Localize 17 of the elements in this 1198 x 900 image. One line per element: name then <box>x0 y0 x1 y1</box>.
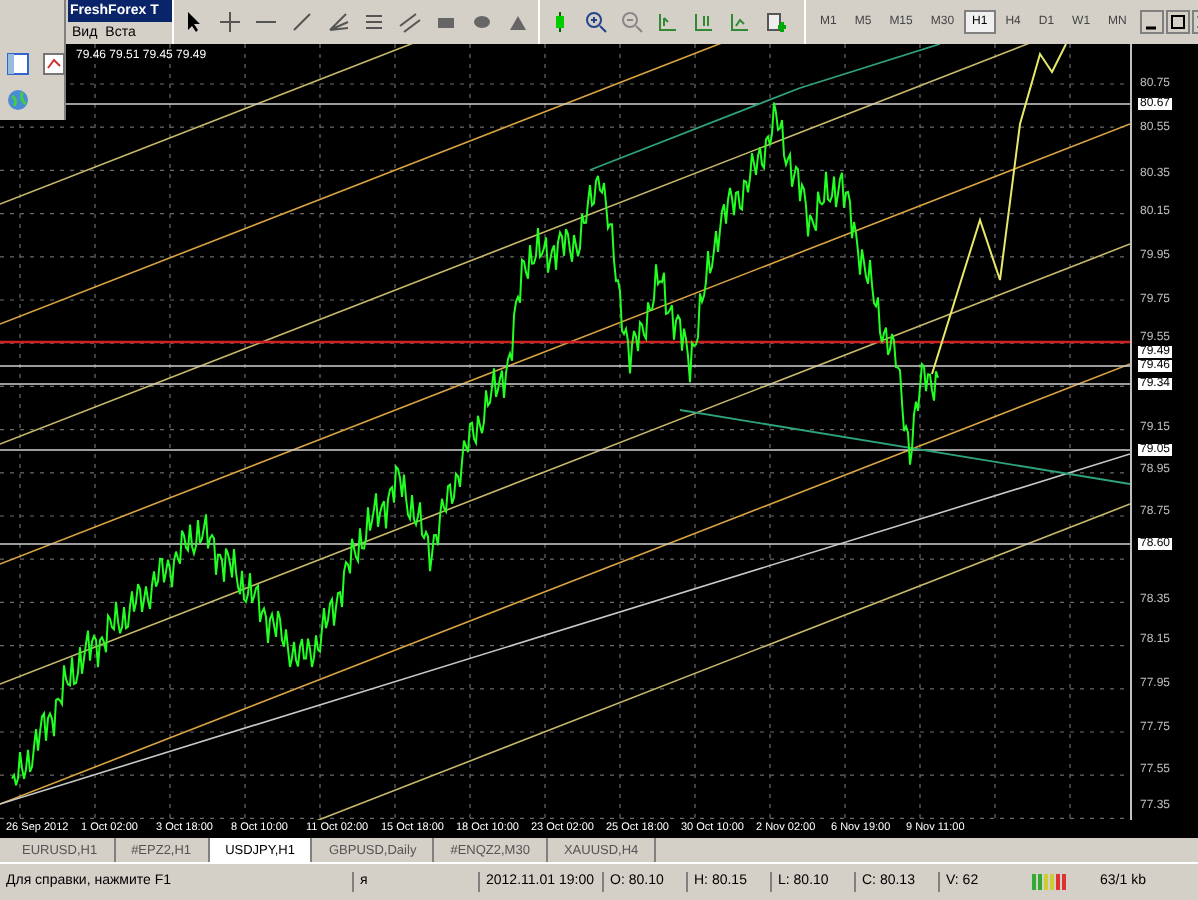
template-icon[interactable] <box>764 10 788 34</box>
crosshair-icon[interactable] <box>218 10 242 34</box>
ellipse-icon[interactable] <box>470 10 494 34</box>
window-icon[interactable] <box>6 52 30 76</box>
connection-bars-icon <box>1032 874 1068 890</box>
scroll-chart-icon[interactable] <box>656 10 680 34</box>
zoom-in-icon[interactable] <box>584 10 608 34</box>
minimize-icon[interactable] <box>1140 10 1165 34</box>
maximize-icon[interactable] <box>1166 10 1191 34</box>
lines-icon[interactable] <box>362 10 386 34</box>
trend-line-icon[interactable] <box>290 10 314 34</box>
channel-icon[interactable] <box>398 10 422 34</box>
cursor-icon[interactable] <box>182 10 206 34</box>
shift-chart-icon[interactable] <box>692 10 716 34</box>
indicator-icon[interactable] <box>728 10 752 34</box>
fan-icon[interactable] <box>326 10 350 34</box>
market-watch-icon[interactable] <box>42 52 66 76</box>
